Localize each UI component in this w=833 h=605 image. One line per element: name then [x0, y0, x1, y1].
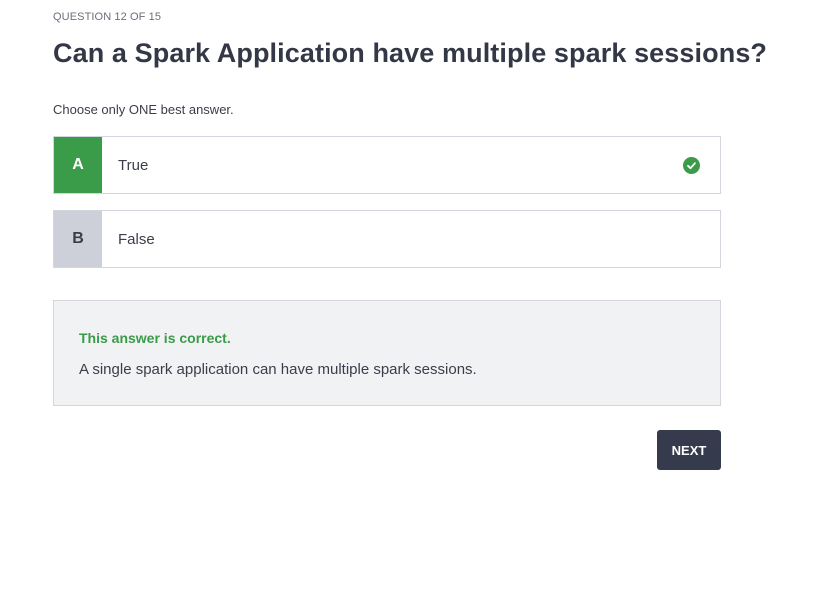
option-a-letter: A: [54, 137, 102, 193]
question-title: Can a Spark Application have multiple sp…: [53, 38, 768, 68]
option-b[interactable]: B False: [53, 210, 721, 268]
answer-feedback-panel: This answer is correct. A single spark a…: [53, 300, 721, 406]
question-progress: QUESTION 12 OF 15: [53, 11, 162, 23]
next-button[interactable]: NEXT: [657, 430, 721, 470]
check-circle-icon: [683, 156, 700, 174]
answer-instruction: Choose only ONE best answer.: [53, 102, 234, 117]
option-b-text: False: [118, 230, 155, 248]
feedback-explanation: A single spark application can have mult…: [79, 361, 477, 378]
option-a[interactable]: A True: [53, 136, 721, 194]
feedback-title: This answer is correct.: [79, 330, 231, 346]
option-b-letter: B: [54, 211, 102, 267]
option-a-text: True: [118, 156, 149, 174]
quiz-page: QUESTION 12 OF 15 Can a Spark Applicatio…: [0, 0, 833, 605]
